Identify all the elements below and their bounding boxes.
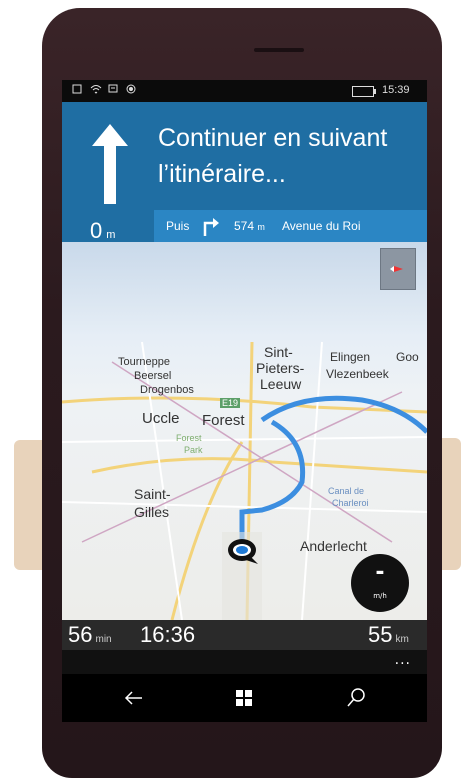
system-nav-bar xyxy=(62,674,427,722)
map-label-canal-2: Charleroi xyxy=(332,498,369,508)
speed-unit: m/h xyxy=(373,592,387,600)
search-button[interactable] xyxy=(336,682,376,714)
search-icon xyxy=(347,688,365,707)
speed-value: - xyxy=(375,560,385,585)
navigation-header: Continuer en suivant l’itinéraire... 0m … xyxy=(62,102,427,244)
arrival-time: 16:36 xyxy=(140,622,196,647)
map-label-goo: Goo xyxy=(396,350,419,364)
current-distance: 0m xyxy=(90,218,115,244)
current-distance-unit: m xyxy=(106,229,116,241)
map-label-forest-park-2: Park xyxy=(184,445,203,455)
arrow-up-icon xyxy=(92,124,128,204)
map-view[interactable]: Tourneppe Beersel Drogenbos Uccle Forest… xyxy=(62,242,427,620)
map-label-anderlecht: Anderlecht xyxy=(300,538,367,554)
location-icon xyxy=(126,84,136,94)
map-label-beersel: Beersel xyxy=(134,370,172,382)
current-distance-value: 0 xyxy=(90,218,103,243)
map-label-forest-park-1: Forest xyxy=(176,433,202,443)
map-label-pieters: Pieters- xyxy=(256,360,305,376)
next-distance: 574 m xyxy=(234,219,265,233)
back-icon xyxy=(124,691,142,705)
map-label-gilles: Gilles xyxy=(134,504,170,520)
app-bar: ... xyxy=(62,650,427,674)
map-label-forest: Forest xyxy=(202,412,245,429)
map-label-drogenbos: Drogenbos xyxy=(140,384,194,396)
speaker xyxy=(254,48,304,52)
phone-screen: 15:39 Continuer en suivant l’itinéraire.… xyxy=(62,80,427,722)
status-icons xyxy=(72,84,136,94)
trip-summary-bar[interactable]: 56 min 16:36 55 km xyxy=(62,620,427,650)
notification-icon xyxy=(72,84,82,94)
clock: 15:39 xyxy=(382,84,410,96)
map-label-canal-1: Canal de xyxy=(328,486,365,496)
map-label-elingen: Elingen xyxy=(330,350,371,364)
remaining-distance: 55 km xyxy=(368,622,409,648)
battery-icon xyxy=(352,86,376,97)
remaining-distance-value: 55 xyxy=(368,622,393,647)
remaining-time: 56 min xyxy=(68,622,112,648)
remaining-time-value: 56 xyxy=(68,622,93,647)
map-label-leeuw: Leeuw xyxy=(260,376,302,392)
next-instruction-bar[interactable]: Puis 574 m Avenue du Roi xyxy=(154,210,427,242)
remaining-time-unit: min xyxy=(95,634,112,645)
message-icon xyxy=(108,84,118,94)
back-button[interactable] xyxy=(114,682,154,714)
map-label-sint: Sint- xyxy=(264,344,293,360)
map-label-saint: Saint- xyxy=(134,486,171,502)
current-location-marker xyxy=(228,539,258,564)
more-button[interactable]: ... xyxy=(395,652,411,668)
instruction-text: Continuer en suivant l’itinéraire... xyxy=(158,124,388,188)
next-street: Avenue du Roi xyxy=(282,219,361,233)
next-distance-unit: m xyxy=(257,222,265,232)
wifi-icon xyxy=(90,84,102,94)
map-label-vlezenbeek: Vlezenbeek xyxy=(326,367,389,381)
map-label-uccle: Uccle xyxy=(142,410,180,427)
turn-right-icon xyxy=(203,218,219,236)
next-prefix: Puis xyxy=(166,219,190,233)
next-distance-value: 574 xyxy=(234,219,255,233)
remaining-distance-unit: km xyxy=(395,634,409,645)
compass-button[interactable] xyxy=(380,248,416,290)
map-road-shield: E19 xyxy=(220,398,241,408)
windows-icon xyxy=(236,690,252,706)
map-label-tourneppe: Tourneppe xyxy=(118,356,170,368)
start-button[interactable] xyxy=(224,682,264,714)
compass-icon xyxy=(390,266,403,272)
status-bar: 15:39 xyxy=(62,80,427,102)
speed-indicator: - m/h xyxy=(351,554,409,612)
